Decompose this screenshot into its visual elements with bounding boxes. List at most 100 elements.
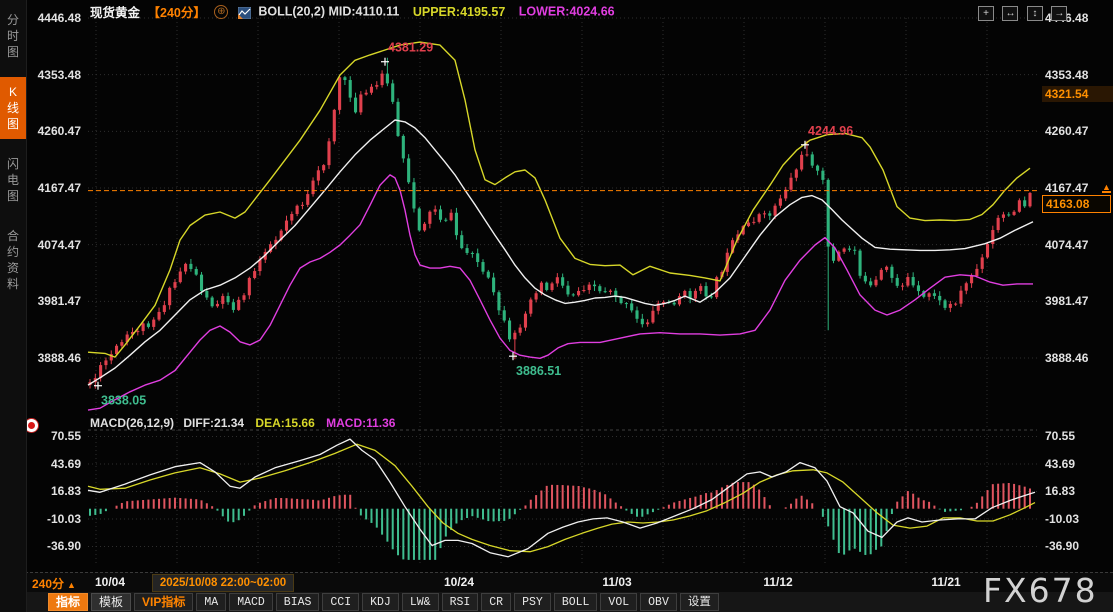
candle-body <box>609 291 612 292</box>
candle-body <box>168 288 171 305</box>
candle-body <box>312 181 315 194</box>
annotation-label: 4381.29 <box>388 41 433 55</box>
highlighted-price-label: 4321.54 <box>1042 86 1113 102</box>
toolbar-button-LW&[interactable]: LW& <box>402 593 439 611</box>
candle-body <box>710 296 713 297</box>
toolbar-button-模板[interactable]: 模板 <box>91 593 131 611</box>
price-tick-label: 4353.48 <box>38 68 81 83</box>
candle-body <box>550 283 553 290</box>
crosshair-tool-icon[interactable]: + <box>978 6 994 21</box>
candle-body <box>487 272 490 278</box>
x-axis-date-label: 11/03 <box>587 575 647 589</box>
candle-body <box>296 206 299 214</box>
boll-upper-line <box>88 42 1030 357</box>
candle-body <box>205 291 208 298</box>
zoom-vertical-icon[interactable]: ↕ <box>1027 6 1043 21</box>
selected-candle-time: 2025/10/08 22:00~02:00 三 <box>152 574 294 592</box>
sidebar-item-lightning-chart[interactable]: 闪电图 <box>0 149 26 211</box>
macd-tick-label: 70.55 <box>51 429 81 444</box>
candle-body <box>189 264 192 269</box>
candle-body <box>673 303 676 305</box>
toolbar-button-VIP指标[interactable]: VIP指标 <box>134 593 193 611</box>
candle-body <box>428 212 431 224</box>
sidebar-item-contract-info[interactable]: 合约资料 <box>0 221 26 299</box>
candle-body <box>545 283 548 290</box>
candle-body <box>800 155 803 170</box>
toolbar-button-CR[interactable]: CR <box>481 593 511 611</box>
candle-body <box>503 310 506 320</box>
period-indicator[interactable]: 240分▲ <box>32 575 76 592</box>
target-icon[interactable]: ⊕ <box>214 5 228 19</box>
candle-body <box>694 291 697 299</box>
toolbar-button-VOL[interactable]: VOL <box>600 593 637 611</box>
candle-body <box>859 251 862 276</box>
right-price-axis: 4446.484353.484260.474167.474074.473981.… <box>1042 0 1113 612</box>
candle-body <box>880 270 883 280</box>
candle-body <box>832 247 835 261</box>
current-price-label: 4163.08 <box>1042 195 1111 213</box>
toolbar-button-CCI[interactable]: CCI <box>322 593 359 611</box>
chart-canvas[interactable]: 4381.294244.963886.513838.05 <box>0 0 1113 612</box>
toolbar-button-RSI[interactable]: RSI <box>442 593 479 611</box>
candle-body <box>285 221 288 231</box>
candle-body <box>864 276 867 282</box>
toolbar-button-BIAS[interactable]: BIAS <box>276 593 320 611</box>
candle-body <box>375 85 378 87</box>
toolbar-button-指标[interactable]: 指标 <box>48 593 88 611</box>
candle-body <box>317 170 320 180</box>
candle-body <box>1007 214 1010 215</box>
candle-body <box>704 286 707 296</box>
candle-body <box>779 198 782 205</box>
x-axis-date-label: 10/24 <box>429 575 489 589</box>
candle-body <box>620 297 623 303</box>
candle-body <box>184 264 187 272</box>
candle-body <box>120 342 123 346</box>
candle-body <box>843 249 846 252</box>
toolbar-button-KDJ[interactable]: KDJ <box>362 593 399 611</box>
candle-body <box>885 267 888 270</box>
candle-body <box>508 321 511 340</box>
candle-body <box>588 285 591 290</box>
candle-body <box>370 87 373 93</box>
boll-upper-label: UPPER:4195.57 <box>413 5 505 19</box>
price-tick-label: 4167.47 <box>38 181 81 196</box>
candle-body <box>306 194 309 205</box>
x-axis-date-label: 10/04 <box>80 575 140 589</box>
candle-body <box>147 323 150 327</box>
candle-body <box>577 291 580 295</box>
candle-body <box>635 310 638 318</box>
toolbar-button-OBV[interactable]: OBV <box>640 593 677 611</box>
candle-body <box>242 295 245 300</box>
candle-body <box>365 93 368 95</box>
candle-body <box>444 220 447 221</box>
toolbar-button-设置[interactable]: 设置 <box>680 593 719 611</box>
boll-settings-label: BOLL(20,2) MID:4110.11 <box>258 4 399 18</box>
annotation-label: 4244.96 <box>808 124 853 138</box>
sidebar-item-kline-chart[interactable]: K线图 <box>0 77 26 139</box>
macd-header: MACD(26,12,9) DIFF:21.34 DEA:15.66 MACD:… <box>90 416 395 430</box>
zoom-horizontal-icon[interactable]: ↔ <box>1002 6 1018 21</box>
candle-body <box>104 360 107 365</box>
chart-header: 现货黄金 【240分】 ⊕ BOLL(20,2) MID:4110.11 UPP… <box>90 2 615 18</box>
toolbar-button-PSY[interactable]: PSY <box>514 593 551 611</box>
candle-body <box>997 218 1000 230</box>
toolbar-button-MACD[interactable]: MACD <box>229 593 273 611</box>
candle-body <box>338 77 341 110</box>
candle-body <box>789 178 792 190</box>
mini-chart-icon <box>238 7 251 19</box>
candle-body <box>1028 193 1031 206</box>
shift-axis-icon[interactable]: → <box>1051 6 1067 21</box>
toolbar-button-BOLL[interactable]: BOLL <box>554 593 598 611</box>
candle-body <box>1023 200 1026 206</box>
candle-body <box>816 166 819 171</box>
candle-body <box>471 253 474 254</box>
candle-body <box>752 222 755 223</box>
trading-app: 分时图 K线图 闪电图 合约资料 现货黄金 【240分】 ⊕ BOLL(20,2… <box>0 0 1113 612</box>
candle-body <box>519 328 522 333</box>
sidebar-item-time-chart[interactable]: 分时图 <box>0 5 26 67</box>
toolbar-button-MA[interactable]: MA <box>196 593 226 611</box>
macd-tick-label: -10.03 <box>1045 512 1079 527</box>
period-label[interactable]: 【240分】 <box>148 6 206 20</box>
macd-dea-label: DEA:15.66 <box>255 416 314 430</box>
candle-body <box>821 171 824 180</box>
